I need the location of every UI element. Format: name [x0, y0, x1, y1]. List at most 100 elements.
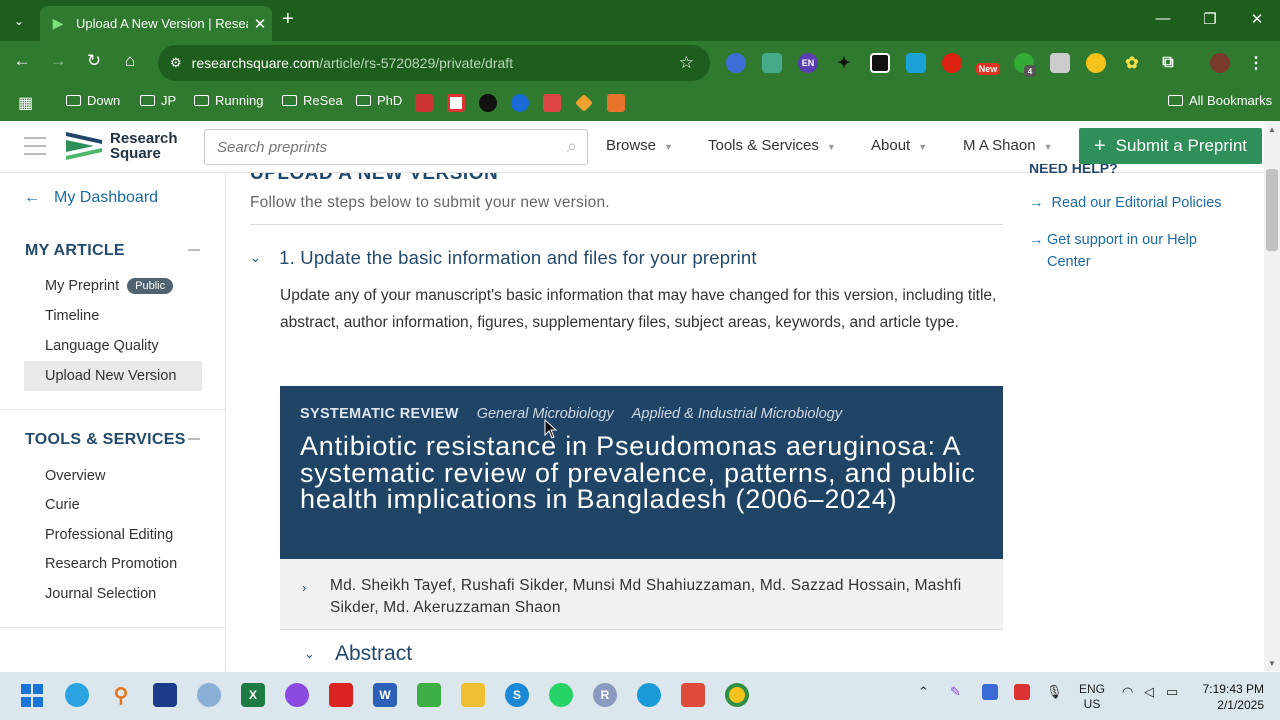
scrollbar-thumb[interactable] — [1266, 169, 1278, 251]
extension-icon[interactable] — [726, 53, 746, 73]
bookmark-folder[interactable]: Running — [194, 93, 263, 108]
nav-user-menu[interactable]: M A Shaon ▼ — [963, 137, 1052, 154]
microphone-icon[interactable]: 🎙 — [1046, 684, 1063, 700]
search-app-icon[interactable]: ⚲ — [109, 683, 133, 707]
whatsapp-icon[interactable] — [549, 683, 573, 707]
hamburger-menu-icon[interactable] — [24, 137, 46, 161]
nav-tools-services[interactable]: Tools & Services ▼ — [708, 137, 836, 154]
nav-browse[interactable]: Browse ▼ — [606, 137, 673, 154]
app-icon[interactable] — [417, 683, 441, 707]
new-badge-extension-icon[interactable]: New — [976, 63, 1000, 75]
profile-avatar[interactable] — [1210, 53, 1230, 73]
tray-app-icon[interactable] — [982, 684, 998, 700]
search-icon[interactable]: ⌕ — [567, 136, 577, 157]
bookmark-folder[interactable]: Down — [66, 93, 120, 108]
excel-icon[interactable]: X — [241, 683, 265, 707]
step-1-toggle[interactable]: ⌄ 1. Update the basic information and fil… — [250, 247, 757, 269]
authors-toggle[interactable]: › Md. Sheikh Tayef, Rushafi Sikder, Muns… — [280, 559, 1003, 630]
help-center-link[interactable]: → Get support in our Help Center — [1029, 229, 1219, 273]
wifi-icon[interactable]: ◠ — [1122, 684, 1133, 700]
sidebar-item-journal-selection[interactable]: Journal Selection — [45, 586, 156, 602]
submit-preprint-button[interactable]: + Submit a Preprint — [1079, 128, 1262, 164]
bookmark-star-icon[interactable]: ☆ — [679, 53, 694, 73]
translate-extension-icon[interactable]: EN — [798, 53, 818, 73]
chatgpt-icon[interactable] — [479, 94, 497, 112]
my-dashboard-link[interactable]: ← My Dashboard — [24, 189, 158, 207]
extension-icon[interactable] — [1086, 53, 1106, 73]
site-info-icon[interactable]: ⚙ — [170, 55, 182, 71]
collapse-icon[interactable] — [188, 249, 200, 251]
skype-icon[interactable]: S — [505, 683, 529, 707]
edge-icon[interactable] — [637, 683, 661, 707]
bookmark-site-icon[interactable] — [575, 94, 593, 112]
sidebar-item-my-preprint[interactable]: My Preprint Public — [45, 278, 174, 294]
browser-tab-active[interactable]: ▶ Upload A New Version | Researc ✕ — [40, 6, 272, 41]
extension-icon[interactable] — [942, 53, 962, 73]
telegram-icon[interactable] — [65, 683, 89, 707]
bookmark-folder[interactable]: PhD — [356, 93, 402, 108]
sidebar-item-overview[interactable]: Overview — [45, 468, 105, 484]
tray-app-icon[interactable]: ✎ — [950, 684, 961, 700]
tray-app-icon[interactable] — [1014, 684, 1030, 700]
extensions-puzzle-icon[interactable]: ⧉ — [1158, 53, 1178, 73]
bookmark-site-icon[interactable] — [415, 94, 433, 112]
sidebar-item-upload-new-version[interactable]: Upload New Version — [45, 368, 176, 384]
editorial-policies-link[interactable]: → Read our Editorial Policies — [1029, 192, 1222, 214]
file-explorer-icon[interactable] — [461, 683, 485, 707]
minimize-icon[interactable]: — — [1140, 10, 1186, 27]
bookmark-folder[interactable]: JP — [140, 93, 176, 108]
abstract-toggle[interactable]: ⌄ Abstract — [280, 630, 1003, 671]
battery-icon[interactable]: ▭ — [1166, 684, 1178, 700]
research-square-logo[interactable]: Research Square — [64, 130, 178, 162]
language-indicator[interactable]: ENG US — [1079, 682, 1105, 712]
sidebar-item-timeline[interactable]: Timeline — [45, 308, 99, 324]
bookmark-folder[interactable]: ReSea — [282, 93, 343, 108]
browser-menu-icon[interactable]: ⋮ — [1246, 53, 1266, 73]
address-bar[interactable]: ⚙ researchsquare.com/article/rs-5720829/… — [158, 45, 710, 81]
extension-icon[interactable] — [870, 53, 890, 73]
help-heading: NEED HELP? — [1029, 164, 1118, 176]
tab-search-icon[interactable]: ⌄ — [8, 10, 30, 32]
acrobat-icon[interactable] — [329, 683, 353, 707]
messenger-icon[interactable] — [285, 683, 309, 707]
chrome-icon[interactable] — [725, 683, 749, 707]
search-input[interactable]: Search preprints ⌕ — [204, 129, 588, 165]
app-icon[interactable] — [153, 683, 177, 707]
reload-icon[interactable]: ↻ — [82, 51, 106, 71]
new-tab-icon[interactable]: + — [282, 8, 294, 31]
all-bookmarks[interactable]: All Bookmarks — [1168, 93, 1272, 108]
apps-icon[interactable]: ▦ — [18, 93, 33, 113]
app-icon[interactable] — [197, 683, 221, 707]
extension-icon[interactable] — [1050, 53, 1070, 73]
back-icon[interactable]: ← — [10, 51, 34, 71]
extension-icon[interactable]: ✿ — [1122, 53, 1142, 73]
sidebar-item-professional-editing[interactable]: Professional Editing — [45, 527, 173, 543]
bookmark-site-icon[interactable] — [511, 94, 529, 112]
system-clock[interactable]: 7:19:43 PM 2/1/2025 — [1192, 681, 1264, 713]
sjr-icon[interactable] — [607, 94, 625, 112]
app-icon[interactable] — [681, 683, 705, 707]
extension-icon[interactable] — [762, 53, 782, 73]
sidebar-item-language-quality[interactable]: Language Quality — [45, 338, 159, 354]
collapse-icon[interactable] — [188, 438, 200, 440]
page-scrollbar[interactable]: ▲ ▼ — [1264, 121, 1280, 671]
sidebar-item-curie[interactable]: Curie — [45, 497, 80, 513]
extension-icon[interactable]: ✦ — [834, 53, 854, 73]
windows-start-icon[interactable] — [20, 683, 44, 707]
extension-icon[interactable] — [906, 53, 926, 73]
tab-close-icon[interactable]: ✕ — [248, 15, 272, 33]
tray-overflow-icon[interactable]: ⌃ — [918, 684, 929, 700]
home-icon[interactable]: ⌂ — [118, 51, 142, 71]
window-close-icon[interactable]: ✕ — [1234, 10, 1280, 28]
gmail-icon[interactable] — [543, 94, 561, 112]
forward-icon[interactable]: → — [46, 51, 70, 71]
nav-about[interactable]: About ▼ — [871, 137, 927, 154]
bookmark-site-icon[interactable] — [447, 94, 465, 112]
app-icon[interactable]: R — [593, 683, 617, 707]
volume-icon[interactable]: ◁ — [1144, 684, 1154, 700]
scroll-down-icon[interactable]: ▼ — [1268, 659, 1276, 668]
scroll-up-icon[interactable]: ▲ — [1268, 125, 1276, 134]
restore-icon[interactable]: ❐ — [1187, 10, 1233, 28]
sidebar-item-research-promotion[interactable]: Research Promotion — [45, 556, 177, 572]
word-icon[interactable]: W — [373, 683, 397, 707]
